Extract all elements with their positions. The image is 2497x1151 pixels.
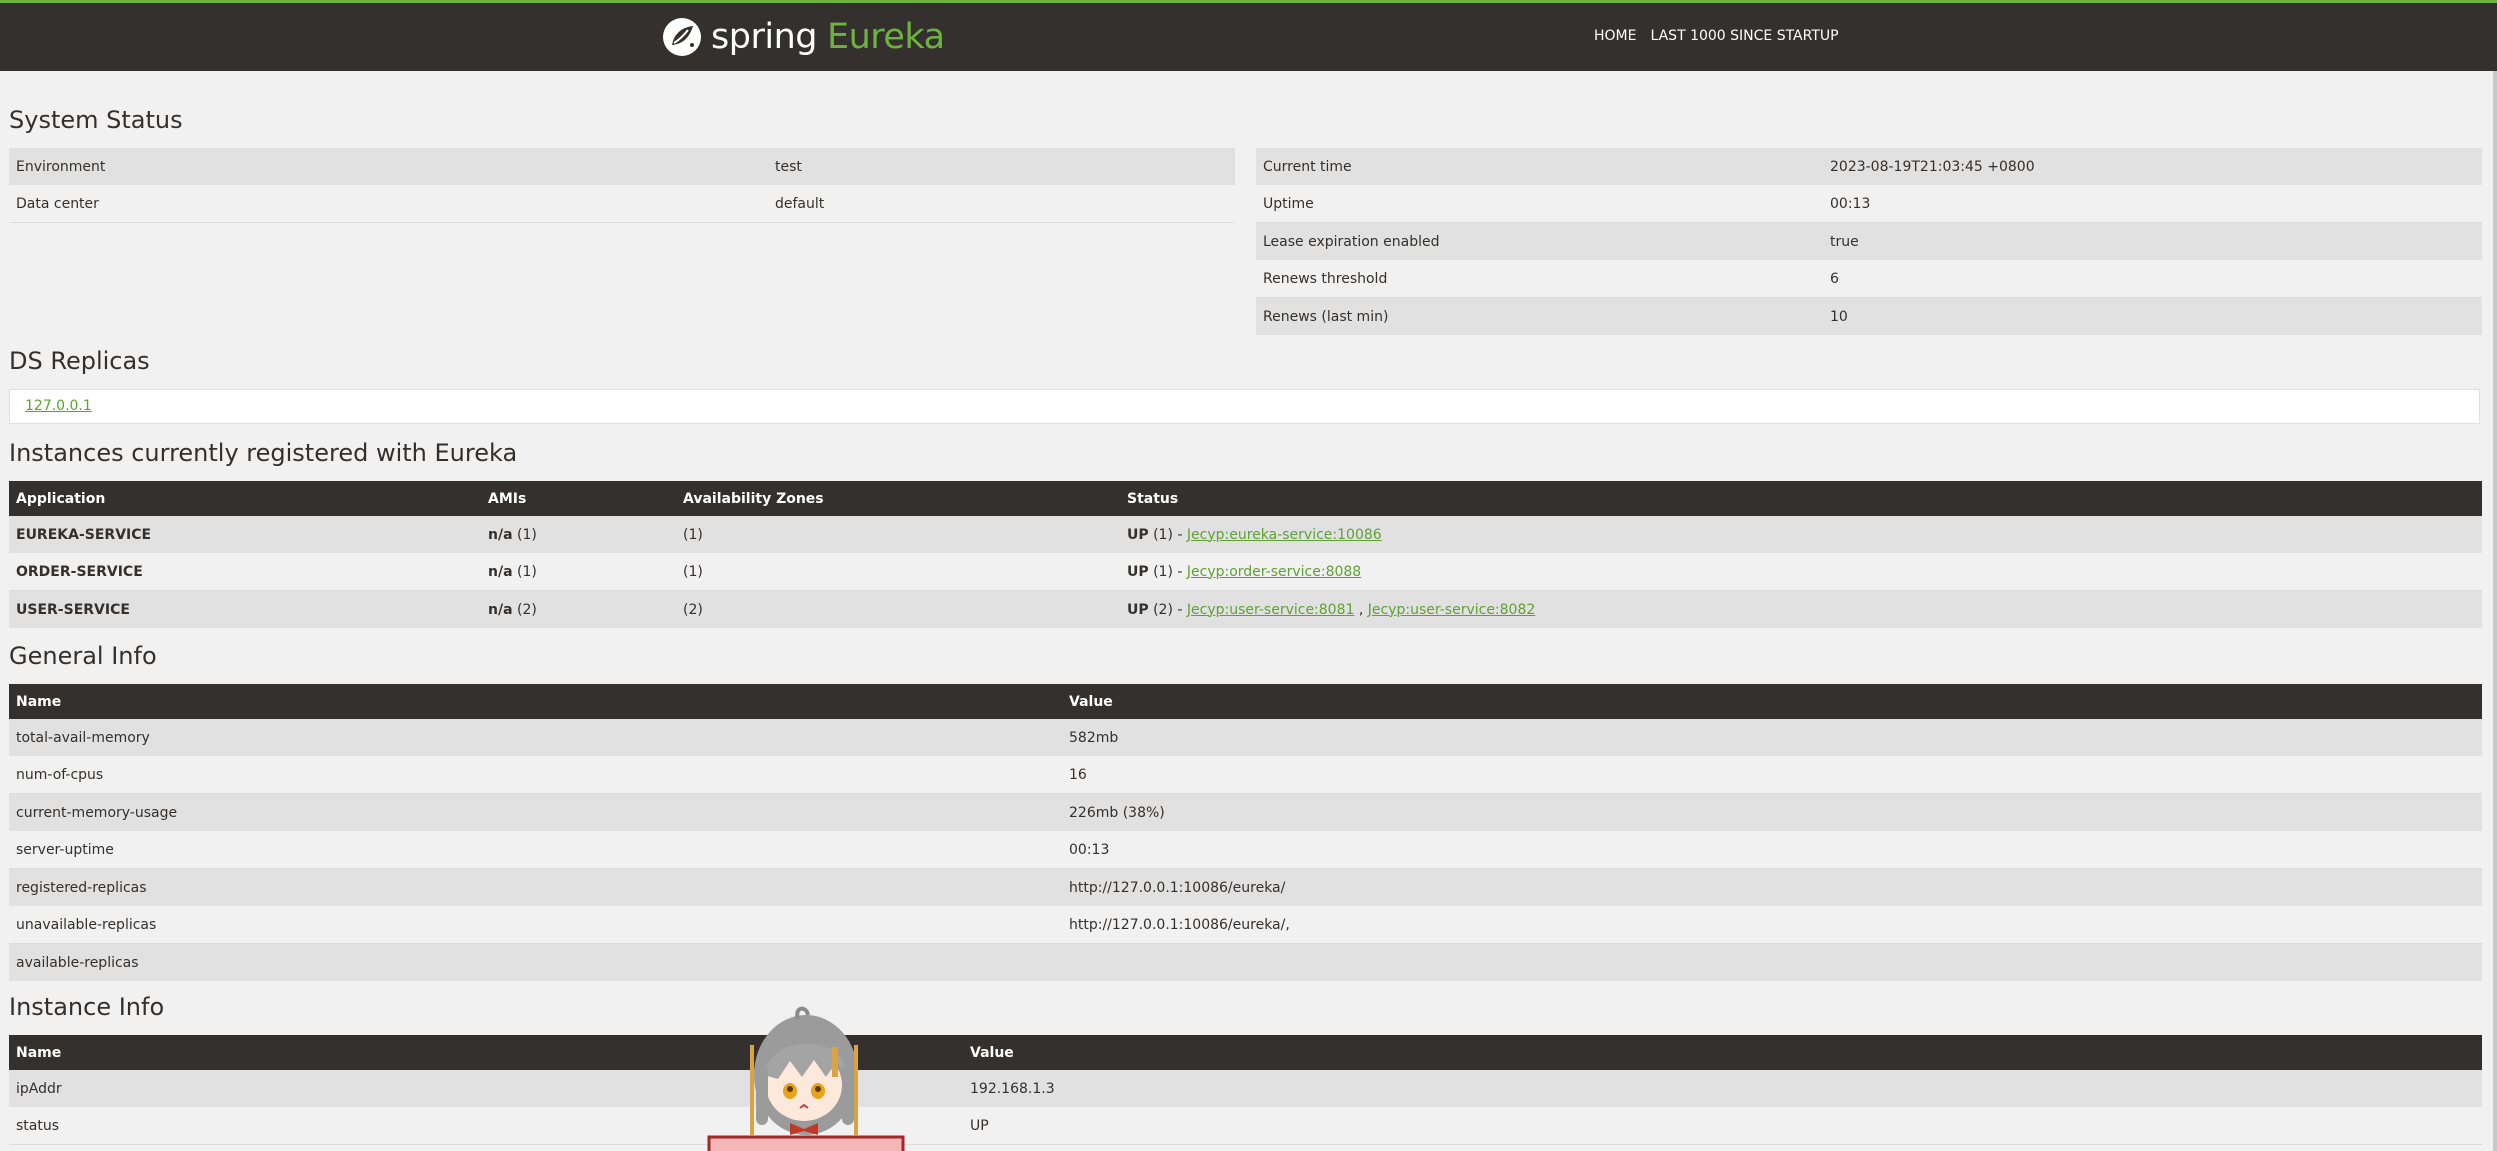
info-value: 226mb (38%): [1062, 793, 2482, 831]
instance-link[interactable]: Jecyp:user-service:8081: [1187, 602, 1355, 618]
general-info-table: Name Value total-avail-memory 582mb num-o…: [9, 684, 2482, 981]
info-value: 00:13: [1062, 831, 2482, 869]
status-label: Renews threshold: [1256, 260, 1823, 298]
table-row: unavailable-replicas http://127.0.0.1:100…: [9, 906, 2482, 944]
nav-last-1000-link[interactable]: LAST 1000 SINCE STARTUP: [1650, 28, 1838, 44]
info-value: http://127.0.0.1:10086/eureka/,: [1062, 906, 2482, 944]
table-row: Renews (last min) 10: [1256, 297, 2482, 335]
status-cell: UP (2) - Jecyp:user-service:8081 , Jecyp…: [1120, 590, 2482, 628]
amis-cell: n/a (1): [481, 553, 676, 591]
nav-links: HOME LAST 1000 SINCE STARTUP: [1594, 28, 1839, 44]
table-row: Renews threshold 6: [1256, 260, 2482, 298]
status-label: Data center: [9, 185, 768, 223]
table-row: total-avail-memory 582mb: [9, 719, 2482, 756]
table-row: EUREKA-SERVICE n/a (1) (1) UP (1) - Jecy…: [9, 516, 2482, 553]
info-name: total-avail-memory: [9, 719, 1062, 756]
app-name: ORDER-SERVICE: [9, 553, 481, 591]
status-value: default: [768, 185, 1235, 223]
table-row: Uptime 00:13: [1256, 185, 2482, 223]
column-header: Name: [9, 684, 1062, 719]
table-header-row: Name Value: [9, 684, 2482, 719]
info-name: unavailable-replicas: [9, 906, 1062, 944]
info-name: server-uptime: [9, 831, 1062, 869]
table-row: server-uptime 00:13: [9, 831, 2482, 869]
ds-replicas-list: 127.0.0.1: [9, 389, 2480, 424]
table-row: status UP: [9, 1107, 2482, 1145]
info-name: current-memory-usage: [9, 793, 1062, 831]
amis-cell: n/a (1): [481, 516, 676, 553]
system-status-left-table: Environment test Data center default: [9, 148, 1235, 223]
instance-info-table: Name Value ipAddr 192.168.1.3 status UP: [9, 1035, 2482, 1145]
info-value: 582mb: [1062, 719, 2482, 756]
column-header: Status: [1120, 481, 2482, 516]
instances-title: Instances currently registered with Eure…: [9, 439, 518, 467]
status-value: test: [768, 148, 1235, 185]
table-row: current-memory-usage 226mb (38%): [9, 793, 2482, 831]
status-cell: UP (1) - Jecyp:order-service:8088: [1120, 553, 2482, 591]
status-label: Current time: [1256, 148, 1823, 185]
instance-link[interactable]: Jecyp:order-service:8088: [1187, 564, 1361, 580]
instance-info-title: Instance Info: [9, 993, 165, 1021]
zones-cell: (2): [676, 590, 1120, 628]
table-row: Current time 2023-08-19T21:03:45 +0800: [1256, 148, 2482, 185]
table-row: Environment test: [9, 148, 1235, 185]
table-row: num-of-cpus 16: [9, 756, 2482, 794]
amis-cell: n/a (2): [481, 590, 676, 628]
table-row: available-replicas: [9, 943, 2482, 981]
column-header: Application: [9, 481, 481, 516]
general-info-title: General Info: [9, 642, 157, 670]
spring-logo-icon: [663, 18, 701, 56]
table-row: registered-replicas http://127.0.0.1:1008…: [9, 868, 2482, 906]
status-label: Uptime: [1256, 185, 1823, 223]
table-row: ORDER-SERVICE n/a (1) (1) UP (1) - Jecyp…: [9, 553, 2482, 591]
table-row: ipAddr 192.168.1.3: [9, 1070, 2482, 1107]
instance-link[interactable]: Jecyp:eureka-service:10086: [1187, 527, 1382, 543]
info-value: [1062, 943, 2482, 981]
app-name: EUREKA-SERVICE: [9, 516, 481, 553]
ds-replicas-title: DS Replicas: [9, 347, 150, 375]
mascot-character-icon[interactable]: [706, 1005, 906, 1151]
info-name: available-replicas: [9, 943, 1062, 981]
zones-cell: (1): [676, 516, 1120, 553]
column-header: Availability Zones: [676, 481, 1120, 516]
status-value: 10: [1823, 297, 2482, 335]
status-label: Lease expiration enabled: [1256, 222, 1823, 260]
table-header-row: Application AMIs Availability Zones Stat…: [9, 481, 2482, 516]
brand-title: spring Eureka: [711, 17, 945, 57]
navbar: spring Eureka HOME LAST 1000 SINCE STARTU…: [0, 3, 2497, 71]
status-label: Renews (last min): [1256, 297, 1823, 335]
status-value: true: [1823, 222, 2482, 260]
status-value: 6: [1823, 260, 2482, 298]
table-header-row: Name Value: [9, 1035, 2482, 1070]
status-value: 00:13: [1823, 185, 2482, 223]
table-row: Data center default: [9, 185, 1235, 223]
column-header: AMIs: [481, 481, 676, 516]
instances-table: Application AMIs Availability Zones Stat…: [9, 481, 2482, 628]
replica-link[interactable]: 127.0.0.1: [25, 398, 92, 414]
app-name: USER-SERVICE: [9, 590, 481, 628]
status-cell: UP (1) - Jecyp:eureka-service:10086: [1120, 516, 2482, 553]
info-value: http://127.0.0.1:10086/eureka/: [1062, 868, 2482, 906]
status-value: 2023-08-19T21:03:45 +0800: [1823, 148, 2482, 185]
column-header: Value: [1062, 684, 2482, 719]
brand[interactable]: spring Eureka: [661, 15, 945, 59]
instance-link[interactable]: Jecyp:user-service:8082: [1368, 602, 1536, 618]
column-header: Value: [963, 1035, 2482, 1070]
info-value: 16: [1062, 756, 2482, 794]
info-value: UP: [963, 1107, 2482, 1145]
info-name: num-of-cpus: [9, 756, 1062, 794]
status-label: Environment: [9, 148, 768, 185]
nav-home-link[interactable]: HOME: [1594, 28, 1636, 44]
table-row: USER-SERVICE n/a (2) (2) UP (2) - Jecyp:…: [9, 590, 2482, 628]
info-name: registered-replicas: [9, 868, 1062, 906]
zones-cell: (1): [676, 553, 1120, 591]
system-status-title: System Status: [9, 106, 183, 134]
scrollbar[interactable]: [2493, 71, 2497, 1151]
system-status-right-table: Current time 2023-08-19T21:03:45 +0800 U…: [1256, 148, 2482, 335]
info-value: 192.168.1.3: [963, 1070, 2482, 1107]
table-row: Lease expiration enabled true: [1256, 222, 2482, 260]
